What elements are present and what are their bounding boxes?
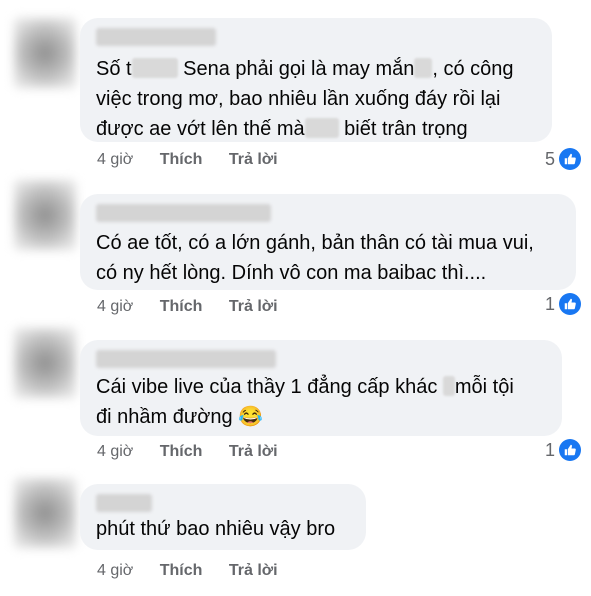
comment-text: Số t Sena phải gọi là may mắn, có công bbox=[96, 58, 514, 80]
redaction bbox=[304, 118, 339, 138]
author-name-redacted[interactable] bbox=[96, 350, 276, 368]
timestamp[interactable]: 4 giờ bbox=[97, 562, 133, 580]
comment-meta: 4 giờ Thích Trả lời bbox=[97, 562, 300, 580]
reply-link[interactable]: Trả lời bbox=[229, 443, 278, 461]
comment-meta: 4 giờ Thích Trả lời bbox=[97, 151, 300, 169]
timestamp[interactable]: 4 giờ bbox=[97, 443, 133, 461]
reaction-summary[interactable]: 1 bbox=[545, 439, 581, 461]
author-name-redacted[interactable] bbox=[96, 494, 152, 512]
reaction-count: 1 bbox=[544, 293, 555, 314]
reaction-summary[interactable]: 1 bbox=[545, 293, 581, 315]
author-name-redacted[interactable] bbox=[96, 28, 216, 46]
timestamp[interactable]: 4 giờ bbox=[97, 298, 133, 316]
comment-bubble: phút thứ bao nhiêu vậy bro bbox=[80, 484, 366, 550]
redaction bbox=[414, 58, 433, 78]
reply-link[interactable]: Trả lời bbox=[229, 562, 278, 580]
reaction-summary[interactable]: 5 bbox=[545, 148, 581, 170]
comment-text: Có ae tốt, có a lớn gánh, bản thân có tà… bbox=[96, 232, 534, 254]
reply-link[interactable]: Trả lời bbox=[229, 298, 278, 316]
comment-text: đi nhầm đường 😂 bbox=[96, 406, 264, 428]
comment-text: được ae vớt lên thế mà biết trân trọng bbox=[96, 118, 468, 140]
reply-link[interactable]: Trả lời bbox=[229, 151, 278, 169]
comment-meta: 4 giờ Thích Trả lời bbox=[97, 443, 300, 461]
avatar[interactable] bbox=[14, 478, 76, 548]
comment-bubble: Có ae tốt, có a lớn gánh, bản thân có tà… bbox=[80, 194, 576, 290]
comment-text: việc trong mơ, bao nhiêu lần xuống đáy r… bbox=[96, 88, 501, 110]
comment-text: phút thứ bao nhiêu vậy bro bbox=[96, 518, 336, 540]
comment-text: Cái vibe live của thầy 1 đẳng cấp khác m… bbox=[96, 376, 514, 398]
redaction bbox=[131, 58, 178, 78]
reaction-count: 5 bbox=[544, 148, 555, 169]
redaction bbox=[442, 376, 455, 396]
reaction-count: 1 bbox=[544, 439, 555, 460]
comment-meta: 4 giờ Thích Trả lời bbox=[97, 298, 300, 316]
like-link[interactable]: Thích bbox=[160, 298, 203, 316]
avatar[interactable] bbox=[14, 18, 76, 88]
avatar[interactable] bbox=[14, 180, 76, 250]
comment-text: có ny hết lòng. Dính vô con ma baibac th… bbox=[96, 262, 487, 284]
comment-bubble: Số t Sena phải gọi là may mắn, có công v… bbox=[80, 18, 552, 142]
laughing-emoji-icon: 😂 bbox=[238, 406, 264, 428]
like-icon bbox=[559, 293, 581, 315]
like-link[interactable]: Thích bbox=[160, 562, 203, 580]
like-icon bbox=[559, 148, 581, 170]
timestamp[interactable]: 4 giờ bbox=[97, 151, 133, 169]
like-link[interactable]: Thích bbox=[160, 443, 203, 461]
like-link[interactable]: Thích bbox=[160, 151, 203, 169]
comment-bubble: Cái vibe live của thầy 1 đẳng cấp khác m… bbox=[80, 340, 562, 436]
like-icon bbox=[559, 439, 581, 461]
avatar[interactable] bbox=[14, 328, 76, 398]
author-name-redacted[interactable] bbox=[96, 204, 271, 222]
